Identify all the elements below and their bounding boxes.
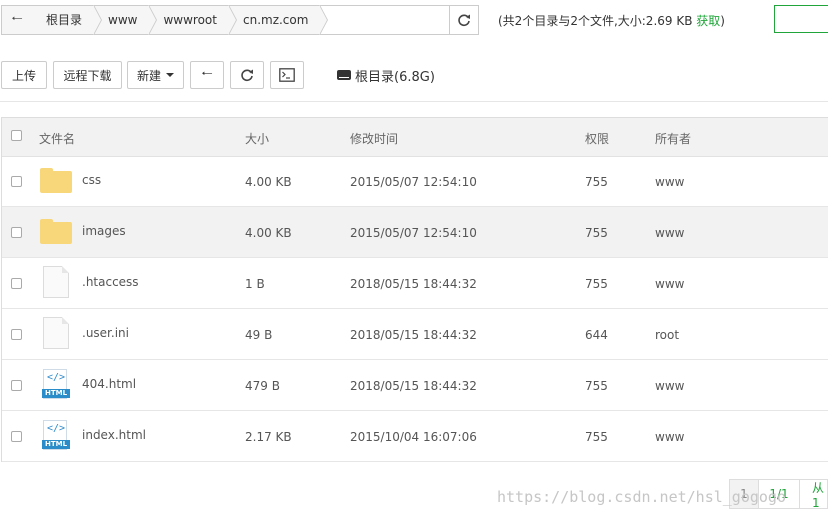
hard-drive-icon bbox=[337, 69, 351, 80]
breadcrumb-item-root[interactable]: 根目录 bbox=[32, 5, 103, 35]
file-modified: 2018/05/15 18:44:32 bbox=[350, 328, 477, 342]
table-row[interactable]: images 4.00 KB 2015/05/07 12:54:10 755 w… bbox=[2, 207, 828, 258]
header-permission[interactable]: 权限 bbox=[585, 130, 609, 147]
watermark: https://blog.csdn.net/hsl_gogogo bbox=[497, 488, 786, 506]
html-file-icon: </> HTML bbox=[42, 420, 70, 452]
file-table: 文件名 大小 修改时间 权限 所有者 css 4.00 KB 2015/05/0… bbox=[1, 117, 828, 462]
file-permission[interactable]: 755 bbox=[585, 175, 608, 189]
row-checkbox[interactable] bbox=[11, 227, 22, 238]
file-size: 4.00 KB bbox=[245, 226, 292, 240]
select-all-checkbox[interactable] bbox=[11, 130, 22, 141]
new-dropdown-button[interactable]: 新建 bbox=[127, 61, 184, 89]
file-permission[interactable]: 644 bbox=[585, 328, 608, 342]
file-modified: 2018/05/15 18:44:32 bbox=[350, 277, 477, 291]
path-bar: 🠀 根目录 www wwwroot cn.mz.com bbox=[1, 5, 479, 35]
header-modified[interactable]: 修改时间 bbox=[350, 130, 398, 147]
upload-label: 上传 bbox=[11, 68, 36, 83]
table-row[interactable]: </> HTML 404.html 479 B 2018/05/15 18:44:… bbox=[2, 360, 828, 411]
new-label: 新建 bbox=[136, 68, 161, 83]
html-file-icon: </> HTML bbox=[42, 369, 70, 401]
refresh-icon bbox=[458, 14, 470, 27]
row-checkbox[interactable] bbox=[11, 431, 22, 442]
file-size: 4.00 KB bbox=[245, 175, 292, 189]
refresh-button[interactable] bbox=[230, 61, 264, 89]
file-name[interactable]: 404.html bbox=[82, 377, 136, 391]
file-name[interactable]: css bbox=[82, 173, 101, 187]
file-name[interactable]: .htaccess bbox=[82, 275, 139, 289]
table-row[interactable]: </> HTML index.html 2.17 KB 2015/10/04 16… bbox=[2, 411, 828, 462]
page-from: 从1 bbox=[799, 479, 828, 509]
terminal-button[interactable] bbox=[270, 61, 304, 89]
table-header: 文件名 大小 修改时间 权限 所有者 bbox=[2, 118, 828, 157]
file-permission[interactable]: 755 bbox=[585, 379, 608, 393]
go-back-button[interactable]: 🠀 bbox=[190, 61, 224, 89]
file-name[interactable]: images bbox=[82, 224, 126, 238]
breadcrumb-item-site[interactable]: cn.mz.com bbox=[228, 5, 329, 35]
row-checkbox[interactable] bbox=[11, 278, 22, 289]
breadcrumb-item-www[interactable]: www bbox=[94, 5, 158, 35]
file-size: 479 B bbox=[245, 379, 280, 393]
divider bbox=[0, 101, 828, 102]
disk-root-label: 根目录(6.8G) bbox=[337, 66, 435, 85]
file-owner[interactable]: www bbox=[655, 379, 684, 393]
file-owner[interactable]: root bbox=[655, 328, 679, 342]
file-permission[interactable]: 755 bbox=[585, 226, 608, 240]
breadcrumb: 根目录 www wwwroot cn.mz.com bbox=[32, 5, 329, 35]
summary-suffix: ) bbox=[720, 14, 725, 28]
breadcrumb-item-wwwroot[interactable]: wwwroot bbox=[149, 5, 237, 35]
file-owner[interactable]: www bbox=[655, 430, 684, 444]
terminal-icon bbox=[279, 68, 295, 82]
row-checkbox[interactable] bbox=[11, 329, 22, 340]
row-checkbox[interactable] bbox=[11, 380, 22, 391]
header-size[interactable]: 大小 bbox=[245, 130, 269, 147]
search-input[interactable] bbox=[774, 5, 828, 33]
file-modified: 2015/05/07 12:54:10 bbox=[350, 175, 477, 189]
file-owner[interactable]: www bbox=[655, 277, 684, 291]
upload-button[interactable]: 上传 bbox=[1, 61, 47, 89]
path-back-button[interactable]: 🠀 bbox=[2, 6, 33, 34]
directory-summary: (共2个目录与2个文件,大小:2.69 KB 获取) bbox=[498, 12, 725, 29]
remote-download-button[interactable]: 远程下载 bbox=[53, 61, 122, 89]
arrow-left-icon: 🠀 bbox=[11, 11, 23, 27]
header-name[interactable]: 文件名 bbox=[39, 130, 75, 147]
file-icon bbox=[43, 266, 69, 298]
table-row[interactable]: .htaccess 1 B 2018/05/15 18:44:32 755 ww… bbox=[2, 258, 828, 309]
file-modified: 2015/05/07 12:54:10 bbox=[350, 226, 477, 240]
file-size: 49 B bbox=[245, 328, 273, 342]
folder-icon bbox=[40, 168, 72, 193]
row-checkbox[interactable] bbox=[11, 176, 22, 187]
header-owner[interactable]: 所有者 bbox=[655, 130, 691, 147]
arrow-left-icon: 🠀 bbox=[201, 66, 213, 82]
path-refresh-button[interactable] bbox=[449, 6, 478, 34]
file-owner[interactable]: www bbox=[655, 226, 684, 240]
root-label-text: 根目录(6.8G) bbox=[355, 70, 435, 85]
remote-download-label: 远程下载 bbox=[63, 68, 112, 83]
summary-text: (共2个目录与2个文件,大小:2.69 KB bbox=[498, 14, 697, 28]
refresh-icon bbox=[241, 69, 253, 82]
file-owner[interactable]: www bbox=[655, 175, 684, 189]
file-size: 2.17 KB bbox=[245, 430, 292, 444]
table-row[interactable]: css 4.00 KB 2015/05/07 12:54:10 755 www bbox=[2, 156, 828, 207]
file-name[interactable]: .user.ini bbox=[82, 326, 129, 340]
file-modified: 2015/10/04 16:07:06 bbox=[350, 430, 477, 444]
table-row[interactable]: .user.ini 49 B 2018/05/15 18:44:32 644 r… bbox=[2, 309, 828, 360]
folder-icon bbox=[40, 219, 72, 244]
file-modified: 2018/05/15 18:44:32 bbox=[350, 379, 477, 393]
calculate-size-link[interactable]: 获取 bbox=[696, 14, 720, 28]
path-input-area[interactable] bbox=[320, 6, 451, 34]
file-size: 1 B bbox=[245, 277, 265, 291]
file-permission[interactable]: 755 bbox=[585, 277, 608, 291]
caret-down-icon bbox=[166, 73, 174, 77]
file-icon bbox=[43, 317, 69, 349]
file-name[interactable]: index.html bbox=[82, 428, 146, 442]
file-permission[interactable]: 755 bbox=[585, 430, 608, 444]
